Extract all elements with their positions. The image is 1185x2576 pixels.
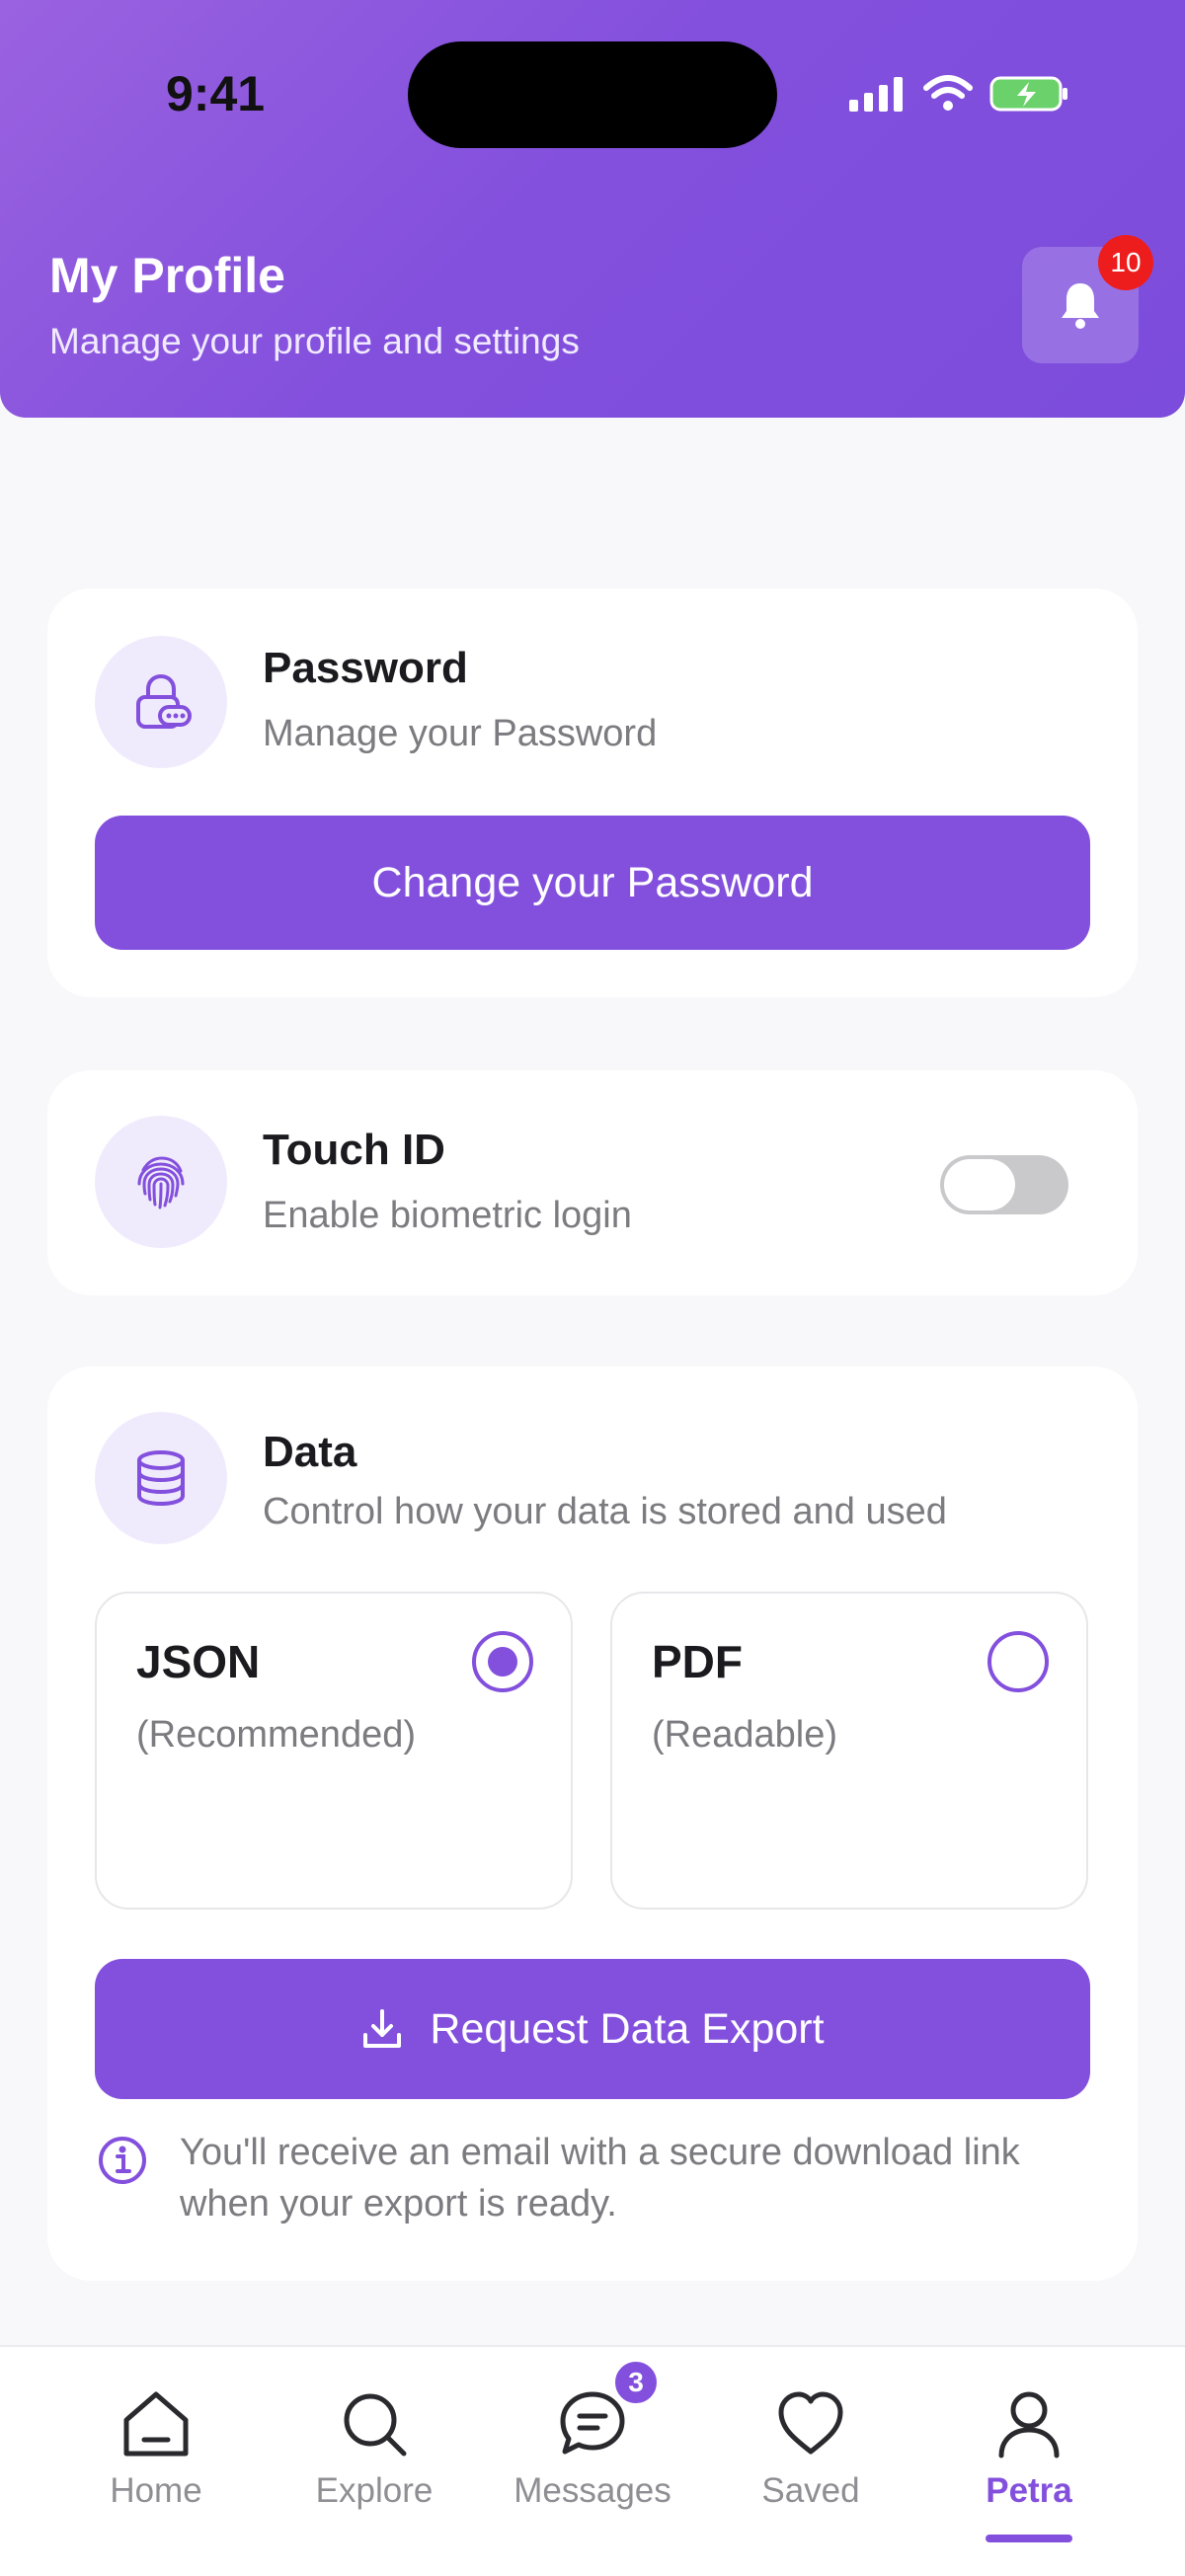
password-title: Password bbox=[263, 644, 468, 692]
touchid-toggle[interactable] bbox=[940, 1155, 1068, 1214]
touchid-title: Touch ID bbox=[263, 1126, 445, 1174]
radio-json-selected[interactable] bbox=[472, 1631, 533, 1692]
change-password-label: Change your Password bbox=[371, 858, 814, 906]
home-icon bbox=[123, 2391, 189, 2457]
tab-home-label: Home bbox=[110, 2471, 202, 2510]
page-subtitle: Manage your profile and settings bbox=[49, 321, 580, 361]
active-tab-indicator bbox=[986, 2535, 1072, 2542]
option-json-subtitle: (Recommended) bbox=[136, 1714, 416, 1756]
data-subtitle: Control how your data is stored and used bbox=[263, 1491, 947, 1532]
change-password-button[interactable]: Change your Password bbox=[95, 816, 1090, 950]
header: 9:41 My Profile Manage your profile and … bbox=[0, 0, 1185, 418]
password-subtitle: Manage your Password bbox=[263, 713, 658, 754]
tab-profile-label: Petra bbox=[986, 2471, 1072, 2510]
tab-explore[interactable]: Explore bbox=[266, 2386, 483, 2511]
option-json-title: JSON bbox=[136, 1636, 261, 1687]
option-pdf-subtitle: (Readable) bbox=[652, 1714, 837, 1756]
fingerprint-icon bbox=[137, 1156, 185, 1210]
tab-saved[interactable]: Saved bbox=[702, 2386, 919, 2511]
option-pdf[interactable]: PDF (Readable) bbox=[610, 1592, 1088, 1910]
request-export-button[interactable]: Request Data Export bbox=[95, 1959, 1090, 2099]
notification-badge: 10 bbox=[1098, 235, 1153, 290]
tab-home[interactable]: Home bbox=[47, 2386, 265, 2511]
download-icon bbox=[363, 2009, 402, 2048]
tab-messages[interactable]: Messages bbox=[484, 2386, 701, 2511]
search-icon bbox=[344, 2393, 407, 2457]
export-note: You'll receive an email with a secure do… bbox=[180, 2132, 1020, 2225]
info-icon bbox=[99, 2137, 146, 2184]
messages-badge: 3 bbox=[612, 2359, 660, 2406]
toggle-knob bbox=[944, 1159, 1015, 1210]
data-icon-circle bbox=[95, 1412, 227, 1544]
radio-dot bbox=[488, 1647, 517, 1677]
request-export-label: Request Data Export bbox=[430, 2004, 825, 2053]
touchid-icon-circle bbox=[95, 1116, 227, 1248]
tab-bar: Home Explore Messages 3 Saved Petra bbox=[0, 2345, 1185, 2576]
status-icons bbox=[847, 71, 1070, 117]
bell-icon bbox=[1062, 283, 1099, 329]
page-title: My Profile bbox=[49, 248, 285, 303]
wifi-icon bbox=[923, 75, 973, 111]
tab-explore-label: Explore bbox=[315, 2471, 434, 2510]
tab-messages-label: Messages bbox=[514, 2471, 672, 2510]
user-icon bbox=[998, 2391, 1060, 2459]
option-pdf-title: PDF bbox=[652, 1636, 743, 1687]
heart-icon bbox=[778, 2391, 843, 2455]
password-card: Password Manage your Password Change you… bbox=[47, 588, 1138, 997]
database-icon bbox=[137, 1450, 185, 1507]
tab-profile[interactable]: Petra bbox=[920, 2386, 1138, 2511]
option-json[interactable]: JSON (Recommended) bbox=[95, 1592, 573, 1910]
data-title: Data bbox=[263, 1428, 357, 1476]
password-icon-circle bbox=[95, 636, 227, 768]
status-time: 9:41 bbox=[166, 66, 266, 121]
lock-icon bbox=[136, 673, 192, 729]
data-card: Data Control how your data is stored and… bbox=[47, 1366, 1138, 2281]
dynamic-island bbox=[408, 41, 777, 148]
touchid-card: Touch ID Enable biometric login bbox=[47, 1070, 1138, 1295]
radio-pdf[interactable] bbox=[988, 1631, 1049, 1692]
battery-icon bbox=[989, 76, 1067, 112]
signal-icon bbox=[849, 77, 903, 112]
touchid-subtitle: Enable biometric login bbox=[263, 1195, 632, 1236]
tab-saved-label: Saved bbox=[761, 2471, 860, 2510]
